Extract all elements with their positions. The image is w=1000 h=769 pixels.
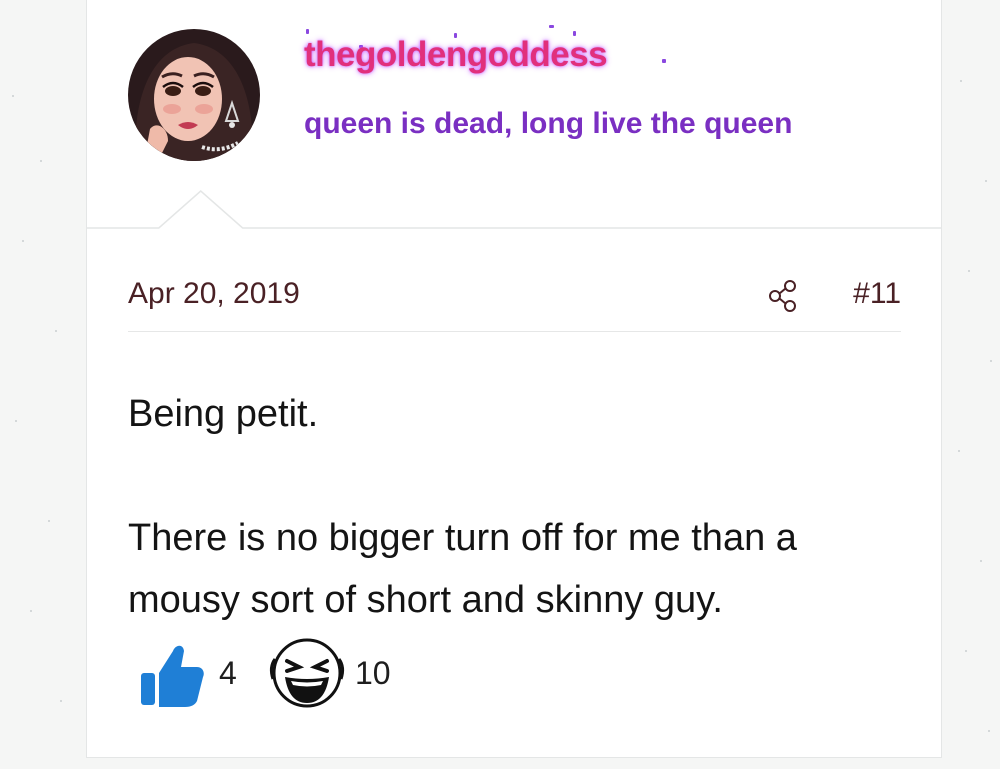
post-number-link[interactable]: #11 [853, 277, 901, 311]
reaction-like[interactable]: 4 [137, 637, 247, 709]
post-author-block: thegoldengoddess queen is dead, long liv… [87, 0, 941, 229]
avatar-icon [128, 29, 260, 161]
post-body-paragraph: Being petit. [128, 393, 319, 435]
post-meta-bar: Apr 20, 2019 #11 [128, 275, 901, 332]
post-body: Being petit. There is no bigger turn off… [128, 383, 908, 631]
share-icon[interactable] [766, 279, 800, 313]
avatar[interactable] [128, 29, 260, 161]
post-body-paragraph: There is no bigger turn off for me than … [128, 517, 797, 621]
section-divider [87, 190, 941, 229]
reaction-haha[interactable]: 10 [267, 637, 417, 709]
user-title: queen is dead, long live the queen [304, 107, 793, 140]
like-count: 4 [219, 655, 237, 691]
thumbs-up-icon [141, 645, 204, 707]
post-card: thegoldengoddess queen is dead, long liv… [86, 0, 942, 758]
laughing-face-icon [269, 638, 345, 708]
haha-count: 10 [355, 655, 391, 691]
post-date-link[interactable]: Apr 20, 2019 [128, 277, 300, 311]
username-link[interactable]: thegoldengoddess [304, 35, 608, 75]
